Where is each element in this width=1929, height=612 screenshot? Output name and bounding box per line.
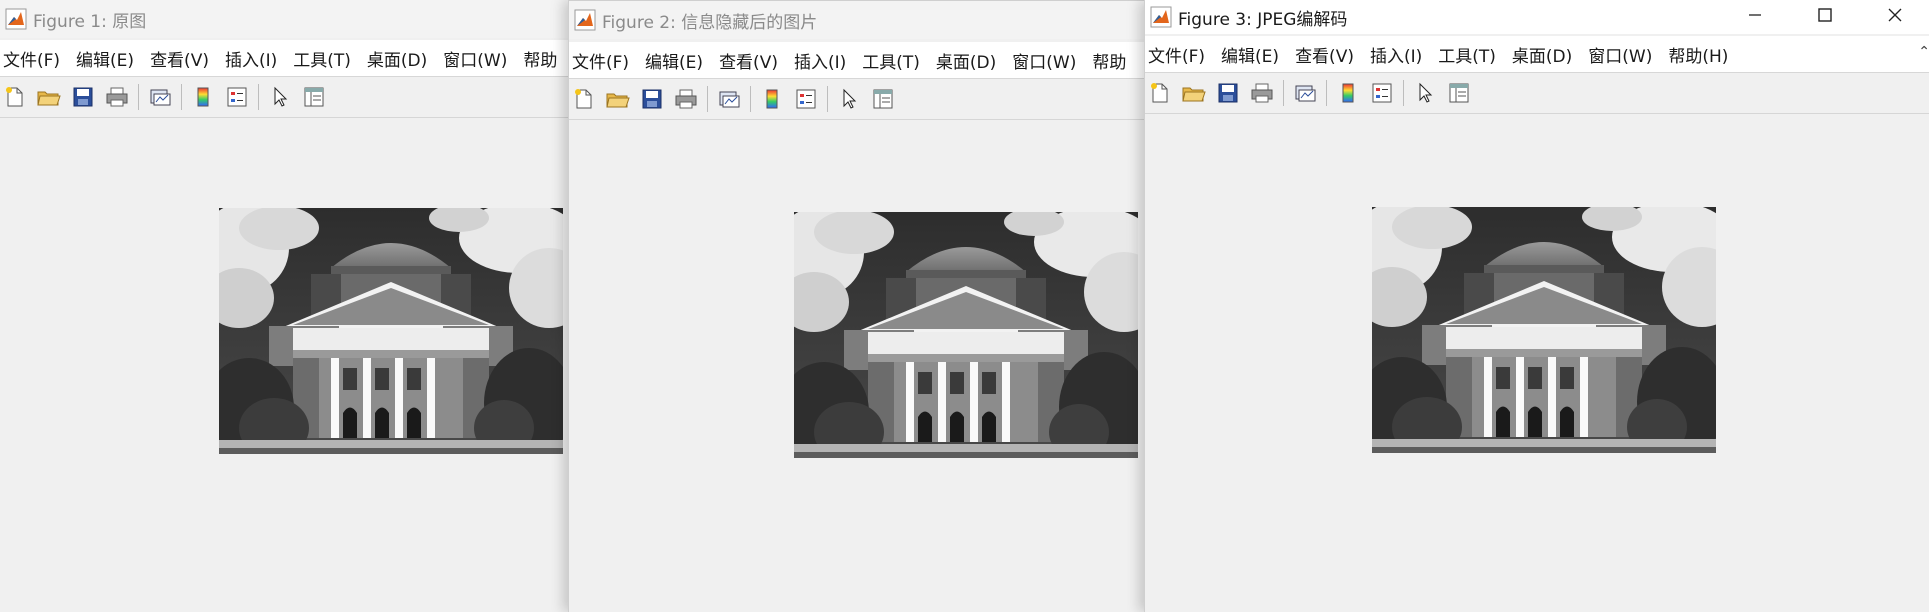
new-figure-icon[interactable] bbox=[2, 84, 28, 110]
matlab-logo-icon bbox=[1150, 6, 1172, 28]
property-inspector-icon[interactable] bbox=[1446, 80, 1472, 106]
toolbar-overflow-chevron-icon[interactable]: ⌃ bbox=[1918, 44, 1929, 60]
menu-desktop[interactable]: 桌面(D) bbox=[933, 48, 1002, 73]
new-figure-icon[interactable] bbox=[571, 86, 597, 112]
matlab-logo-icon bbox=[574, 9, 596, 31]
property-inspector-icon[interactable] bbox=[301, 84, 327, 110]
menu-desktop[interactable]: 桌面(D) bbox=[1509, 42, 1578, 67]
select-pointer-icon[interactable] bbox=[1412, 80, 1438, 106]
minimize-icon[interactable] bbox=[1720, 0, 1790, 30]
open-file-icon[interactable] bbox=[36, 84, 62, 110]
print-icon[interactable] bbox=[104, 84, 130, 110]
menu-help[interactable]: 帮助 bbox=[520, 46, 563, 71]
title-bar[interactable]: Figure 2: 信息隐藏后的图片 bbox=[569, 0, 1147, 39]
menu-file[interactable]: 文件(F) bbox=[569, 48, 635, 73]
toolbar-separator bbox=[138, 84, 139, 110]
menu-insert[interactable]: 插入(I) bbox=[791, 48, 852, 73]
matlab-logo-icon bbox=[5, 8, 27, 30]
figure-toolbar bbox=[1145, 73, 1929, 114]
toolbar-separator bbox=[707, 86, 708, 112]
figure-image bbox=[219, 208, 563, 454]
window-title: Figure 1: 原图 bbox=[33, 11, 147, 32]
menu-insert[interactable]: 插入(I) bbox=[222, 46, 283, 71]
toolbar-separator bbox=[1326, 80, 1327, 106]
toolbar-separator bbox=[1283, 80, 1284, 106]
menu-help[interactable]: 帮助 bbox=[1089, 48, 1132, 73]
legend-icon[interactable] bbox=[793, 86, 819, 112]
menu-help[interactable]: 帮助(H) bbox=[1665, 42, 1734, 67]
window-title: Figure 3: JPEG编解码 bbox=[1178, 9, 1348, 30]
figure-window-1[interactable]: Figure 1: 原图 文件(F) 编辑(E) 查看(V) 插入(I) 工具(… bbox=[0, 0, 568, 612]
save-icon[interactable] bbox=[70, 84, 96, 110]
colorbar-icon[interactable] bbox=[190, 84, 216, 110]
close-icon[interactable] bbox=[1860, 0, 1929, 30]
link-plot-icon[interactable] bbox=[147, 84, 173, 110]
select-pointer-icon[interactable] bbox=[267, 84, 293, 110]
print-icon[interactable] bbox=[1249, 80, 1275, 106]
legend-icon[interactable] bbox=[1369, 80, 1395, 106]
colorbar-icon[interactable] bbox=[759, 86, 785, 112]
print-icon[interactable] bbox=[673, 86, 699, 112]
menu-window[interactable]: 窗口(W) bbox=[1585, 42, 1658, 67]
menu-file[interactable]: 文件(F) bbox=[1145, 42, 1211, 67]
open-file-icon[interactable] bbox=[1181, 80, 1207, 106]
maximize-icon[interactable] bbox=[1790, 0, 1860, 30]
open-file-icon[interactable] bbox=[605, 86, 631, 112]
link-plot-icon[interactable] bbox=[716, 86, 742, 112]
menu-desktop[interactable]: 桌面(D) bbox=[364, 46, 433, 71]
toolbar-separator bbox=[1403, 80, 1404, 106]
new-figure-icon[interactable] bbox=[1147, 80, 1173, 106]
menu-insert[interactable]: 插入(I) bbox=[1367, 42, 1428, 67]
figure-toolbar bbox=[569, 79, 1147, 120]
menu-bar: 文件(F) 编辑(E) 查看(V) 插入(I) 工具(T) 桌面(D) 窗口(W… bbox=[1145, 36, 1929, 73]
title-bar[interactable]: Figure 3: JPEG编解码 bbox=[1145, 0, 1929, 34]
menu-window[interactable]: 窗口(W) bbox=[440, 46, 513, 71]
menu-edit[interactable]: 编辑(E) bbox=[73, 46, 140, 71]
menu-edit[interactable]: 编辑(E) bbox=[642, 48, 709, 73]
window-controls bbox=[1720, 0, 1929, 30]
menu-view[interactable]: 查看(V) bbox=[147, 46, 215, 71]
menu-bar: 文件(F) 编辑(E) 查看(V) 插入(I) 工具(T) 桌面(D) 窗口(W… bbox=[569, 42, 1147, 79]
figure-image bbox=[1372, 207, 1716, 453]
save-icon[interactable] bbox=[639, 86, 665, 112]
legend-icon[interactable] bbox=[224, 84, 250, 110]
menu-tools[interactable]: 工具(T) bbox=[859, 48, 926, 73]
select-pointer-icon[interactable] bbox=[836, 86, 862, 112]
figure-window-3[interactable]: Figure 3: JPEG编解码 文件(F) 编辑(E) 查看(V) 插入(I… bbox=[1144, 0, 1929, 612]
title-bar[interactable]: Figure 1: 原图 bbox=[0, 0, 568, 38]
menu-bar: 文件(F) 编辑(E) 查看(V) 插入(I) 工具(T) 桌面(D) 窗口(W… bbox=[0, 40, 568, 77]
figure-toolbar bbox=[0, 77, 568, 118]
toolbar-separator bbox=[181, 84, 182, 110]
figure-image bbox=[794, 212, 1138, 458]
menu-tools[interactable]: 工具(T) bbox=[1435, 42, 1502, 67]
menu-tools[interactable]: 工具(T) bbox=[290, 46, 357, 71]
menu-edit[interactable]: 编辑(E) bbox=[1218, 42, 1285, 67]
figure-window-2[interactable]: Figure 2: 信息隐藏后的图片 文件(F) 编辑(E) 查看(V) 插入(… bbox=[568, 0, 1147, 612]
menu-view[interactable]: 查看(V) bbox=[1292, 42, 1360, 67]
menu-file[interactable]: 文件(F) bbox=[0, 46, 66, 71]
property-inspector-icon[interactable] bbox=[870, 86, 896, 112]
menu-window[interactable]: 窗口(W) bbox=[1009, 48, 1082, 73]
window-title: Figure 2: 信息隐藏后的图片 bbox=[602, 12, 818, 33]
colorbar-icon[interactable] bbox=[1335, 80, 1361, 106]
toolbar-separator bbox=[258, 84, 259, 110]
link-plot-icon[interactable] bbox=[1292, 80, 1318, 106]
toolbar-separator bbox=[827, 86, 828, 112]
save-icon[interactable] bbox=[1215, 80, 1241, 106]
menu-view[interactable]: 查看(V) bbox=[716, 48, 784, 73]
toolbar-separator bbox=[750, 86, 751, 112]
